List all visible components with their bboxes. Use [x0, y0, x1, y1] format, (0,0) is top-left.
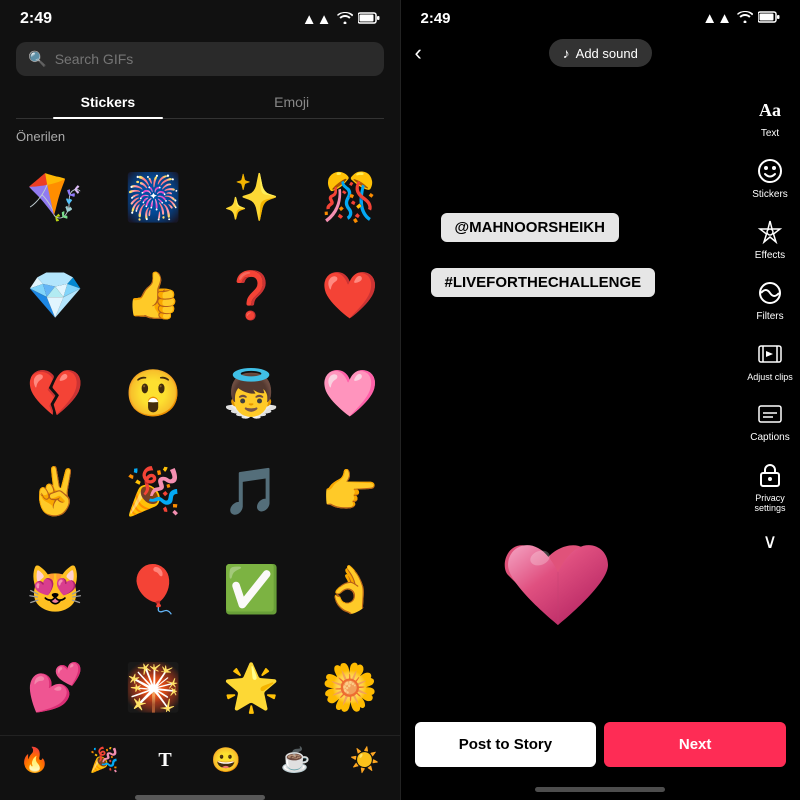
- tool-stickers[interactable]: Stickers: [752, 151, 788, 204]
- tool-captions[interactable]: Captions: [750, 394, 789, 447]
- search-bar[interactable]: 🔍: [16, 42, 384, 76]
- bottom-buttons: Post to Story Next: [401, 722, 800, 767]
- tool-adjust-clips-label: Adjust clips: [747, 372, 793, 382]
- home-indicator-left: [135, 795, 265, 800]
- music-icon: ♪: [563, 45, 570, 61]
- section-label: Önerilen: [0, 119, 400, 150]
- effects-icon: [754, 216, 786, 248]
- signal-icon-right: ▲▲: [702, 10, 732, 27]
- filters-icon: [754, 277, 786, 309]
- hashtag-text: #LIVEFORTHECHALLENGE: [445, 274, 642, 291]
- battery-icon: [358, 11, 380, 28]
- sticker-item[interactable]: 💕: [8, 641, 102, 735]
- sticker-item[interactable]: 😻: [8, 543, 102, 637]
- sticker-item[interactable]: 🎵: [204, 445, 298, 539]
- signal-icon: ▲▲: [302, 11, 332, 28]
- search-input[interactable]: [55, 51, 372, 67]
- tool-captions-label: Captions: [750, 432, 789, 443]
- add-sound-button[interactable]: ♪ Add sound: [549, 39, 652, 67]
- bottom-tab-fire[interactable]: 🔥: [20, 746, 50, 775]
- status-icons-right: ▲▲: [702, 10, 780, 27]
- battery-icon-right: [758, 10, 780, 27]
- sticker-item[interactable]: ✅: [204, 543, 298, 637]
- search-icon: 🔍: [28, 50, 47, 68]
- wifi-icon: [337, 11, 353, 28]
- sticker-item[interactable]: 🎆: [106, 150, 200, 244]
- tool-stickers-label: Stickers: [752, 189, 788, 200]
- sticker-item[interactable]: 👉: [303, 445, 397, 539]
- sticker-item[interactable]: 🩷: [303, 346, 397, 440]
- canvas-area: @MAHNOORSHEIKH #LIVEFORTHECHALLENGE: [401, 73, 741, 722]
- tool-text[interactable]: Aa Text: [754, 90, 786, 143]
- hashtag-tag[interactable]: #LIVEFORTHECHALLENGE: [431, 268, 656, 297]
- sticker-item[interactable]: ✌️: [8, 445, 102, 539]
- time-right: 2:49: [421, 10, 451, 27]
- sticker-grid: 🪁 🎆 ✨ 🎊 💎 👍 ❓ ❤️ 💔 😲 👼 🩷 ✌️ 🎉 🎵 👉 😻 🎈 ✅ …: [0, 150, 400, 735]
- mention-text: @MAHNOORSHEIKH: [455, 219, 605, 236]
- sticker-item[interactable]: 🎈: [106, 543, 200, 637]
- sticker-item[interactable]: 💔: [8, 346, 102, 440]
- status-bar-left: 2:49 ▲▲: [0, 0, 400, 34]
- status-bar-right: 2:49 ▲▲: [401, 0, 800, 33]
- captions-icon: [754, 398, 786, 430]
- sticker-item[interactable]: 😲: [106, 346, 200, 440]
- privacy-icon: [754, 459, 786, 491]
- time-left: 2:49: [20, 10, 52, 28]
- next-button[interactable]: Next: [604, 722, 786, 767]
- side-tools: Aa Text Stickers Effects: [740, 90, 800, 554]
- tab-bar: Stickers Emoji: [16, 86, 384, 119]
- sticker-item[interactable]: ✨: [204, 150, 298, 244]
- sticker-tool-icon: [754, 155, 786, 187]
- bottom-tab-text[interactable]: T: [158, 749, 171, 772]
- tool-text-label: Text: [761, 128, 779, 139]
- sticker-item[interactable]: 🌟: [204, 641, 298, 735]
- home-indicator-right: [535, 787, 665, 792]
- post-to-story-button[interactable]: Post to Story: [415, 722, 597, 767]
- tab-emoji[interactable]: Emoji: [200, 86, 384, 118]
- left-panel: 2:49 ▲▲ 🔍 Stickers: [0, 0, 400, 800]
- status-icons-left: ▲▲: [302, 11, 380, 28]
- sticker-item[interactable]: 👌: [303, 543, 397, 637]
- sticker-item[interactable]: ❤️: [303, 248, 397, 342]
- chevron-down-icon[interactable]: ∨: [763, 529, 778, 554]
- wifi-icon-right: [737, 10, 753, 27]
- bottom-tab-bar: 🔥 🎉 T 😀 ☕ ☀️: [0, 735, 400, 795]
- right-panel: 2:49 ▲▲ ‹ ♪ Add sound: [401, 0, 800, 800]
- right-top-bar: ‹ ♪ Add sound: [401, 33, 800, 73]
- tool-privacy-label: Privacy settings: [740, 493, 800, 513]
- back-button[interactable]: ‹: [415, 40, 451, 66]
- tool-effects[interactable]: Effects: [754, 212, 786, 265]
- tool-filters[interactable]: Filters: [754, 273, 786, 326]
- add-sound-label: Add sound: [576, 46, 638, 61]
- sticker-item[interactable]: 🎇: [106, 641, 200, 735]
- bottom-tab-sun[interactable]: ☀️: [350, 746, 380, 775]
- sticker-item[interactable]: 👼: [204, 346, 298, 440]
- tool-adjust-clips[interactable]: Adjust clips: [747, 334, 793, 386]
- bottom-tab-party[interactable]: 🎉: [89, 746, 119, 775]
- tool-filters-label: Filters: [756, 311, 783, 322]
- bottom-tab-smile[interactable]: 😀: [211, 746, 241, 775]
- tool-privacy[interactable]: Privacy settings: [740, 455, 800, 517]
- tab-stickers[interactable]: Stickers: [16, 86, 200, 118]
- sticker-item[interactable]: ❓: [204, 248, 298, 342]
- text-icon: Aa: [754, 94, 786, 126]
- sticker-item[interactable]: 👍: [106, 248, 200, 342]
- mention-tag[interactable]: @MAHNOORSHEIKH: [441, 213, 619, 242]
- sticker-item[interactable]: 🎊: [303, 150, 397, 244]
- heart-sticker[interactable]: [498, 530, 618, 662]
- tool-effects-label: Effects: [755, 250, 785, 261]
- sticker-item[interactable]: 🪁: [8, 150, 102, 244]
- adjust-clips-icon: [754, 338, 786, 370]
- bottom-tab-coffee[interactable]: ☕: [280, 746, 310, 775]
- sticker-item[interactable]: 💎: [8, 248, 102, 342]
- sticker-item[interactable]: 🌼: [303, 641, 397, 735]
- sticker-item[interactable]: 🎉: [106, 445, 200, 539]
